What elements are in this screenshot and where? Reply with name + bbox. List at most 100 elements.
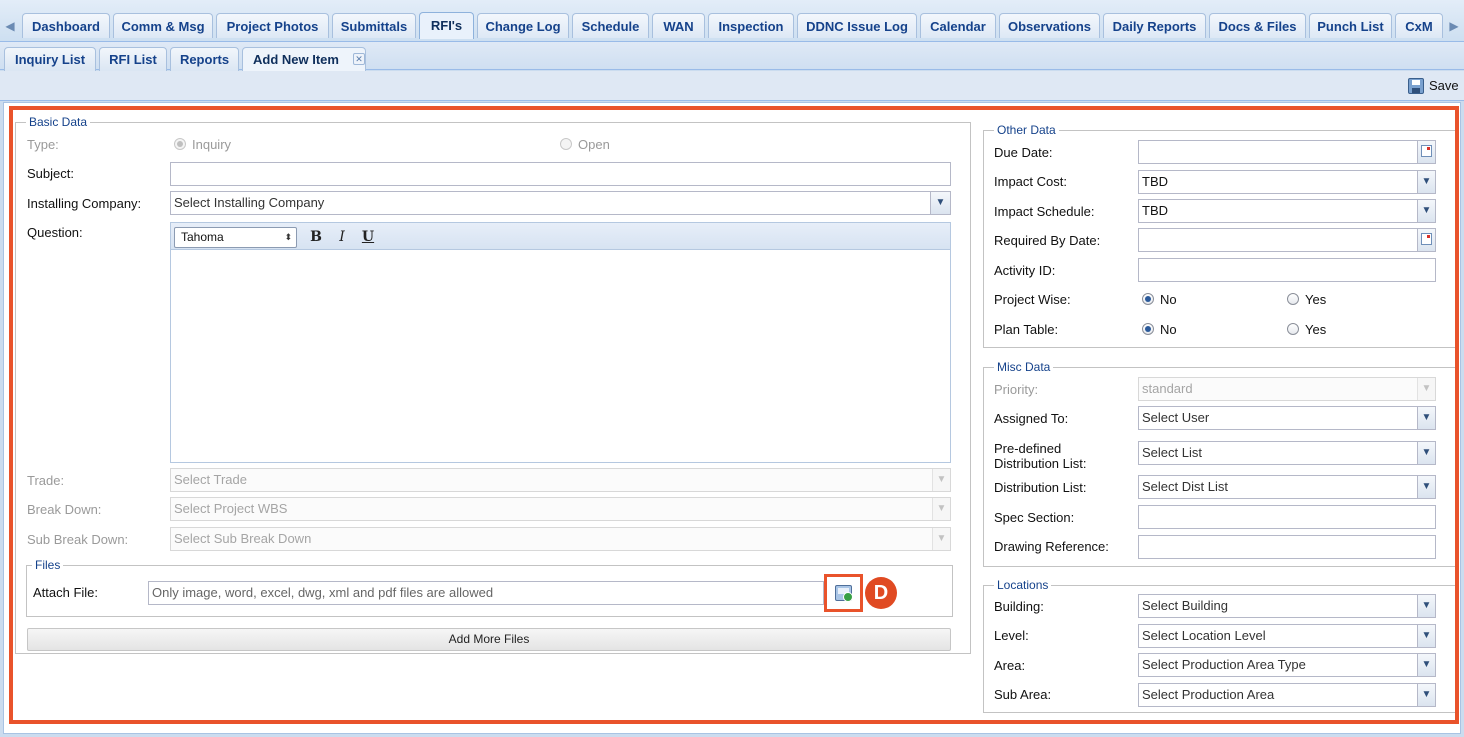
tab-inspection[interactable]: Inspection <box>708 13 794 38</box>
tab-inquiry-list[interactable]: Inquiry List <box>4 47 96 71</box>
plan-table-yes-radio[interactable] <box>1287 323 1299 335</box>
basic-data-legend: Basic Data <box>29 115 88 129</box>
tab-docs-files[interactable]: Docs & Files <box>1209 13 1306 38</box>
chevron-down-icon[interactable]: ▼ <box>930 192 950 214</box>
tab-add-new-item[interactable]: Add New Item ✕ <box>242 47 366 71</box>
locations-legend: Locations <box>997 578 1049 592</box>
type-inquiry-label: Inquiry <box>192 137 232 152</box>
editor-toolbar: Tahoma ⬍ B I U <box>170 222 951 250</box>
installing-company-value: Select Installing Company <box>174 195 325 210</box>
area-value: Select Production Area Type <box>1142 657 1306 672</box>
building-label: Building: <box>994 599 1044 614</box>
distribution-list-select[interactable]: Select Dist List ▼ <box>1138 475 1436 499</box>
tab-observations[interactable]: Observations <box>999 13 1100 38</box>
chevron-down-icon[interactable]: ▼ <box>1417 442 1435 464</box>
chevron-down-icon[interactable]: ▼ <box>1417 407 1435 429</box>
tab-dashboard[interactable]: Dashboard <box>22 13 110 38</box>
tab-punch-list[interactable]: Punch List <box>1309 13 1392 38</box>
building-value: Select Building <box>1142 598 1228 613</box>
tab-comm-msg[interactable]: Comm & Msg <box>113 13 213 38</box>
required-by-date-input[interactable] <box>1138 228 1436 252</box>
close-tab-icon[interactable]: ✕ <box>353 53 365 65</box>
priority-value: standard <box>1142 381 1193 396</box>
attach-file-label: Attach File: <box>33 585 99 600</box>
type-open-label: Open <box>578 137 610 152</box>
chevron-down-icon[interactable]: ▼ <box>1417 171 1435 193</box>
chevron-down-icon[interactable]: ▼ <box>1417 595 1435 617</box>
chevron-down-icon[interactable]: ▼ <box>1417 625 1435 647</box>
installing-company-select[interactable]: Select Installing Company ▼ <box>170 191 951 215</box>
impact-cost-label: Impact Cost: <box>994 174 1067 189</box>
sub-area-select[interactable]: Select Production Area ▼ <box>1138 683 1436 707</box>
chevron-down-icon[interactable]: ▼ <box>1417 476 1435 498</box>
impact-cost-select[interactable]: TBD ▼ <box>1138 170 1436 194</box>
predefined-distribution-list-label: Pre-defined Distribution List: <box>994 441 1086 471</box>
scroll-right-arrow-icon[interactable]: ▶ <box>1445 14 1463 38</box>
question-editor[interactable] <box>170 249 951 463</box>
tab-rfi-list[interactable]: RFI List <box>99 47 167 71</box>
type-inquiry-radio[interactable] <box>174 138 186 150</box>
tab-schedule[interactable]: Schedule <box>572 13 649 38</box>
bold-icon[interactable]: B <box>306 227 326 247</box>
area-select[interactable]: Select Production Area Type ▼ <box>1138 653 1436 677</box>
tab-reports[interactable]: Reports <box>170 47 239 71</box>
spec-section-input[interactable] <box>1138 505 1436 529</box>
tab-rfis[interactable]: RFI's <box>419 12 474 39</box>
subject-label: Subject: <box>27 166 74 181</box>
tab-ddnc-issue-log[interactable]: DDNC Issue Log <box>797 13 917 38</box>
chevron-down-icon[interactable]: ▼ <box>1417 684 1435 706</box>
font-family-select[interactable]: Tahoma ⬍ <box>174 227 297 248</box>
save-icon <box>1408 78 1424 94</box>
required-by-date-label: Required By Date: <box>994 233 1101 248</box>
level-label: Level: <box>994 628 1029 643</box>
impact-cost-value: TBD <box>1142 174 1168 189</box>
chevron-down-icon[interactable]: ▼ <box>1417 200 1435 222</box>
distribution-list-label: Distribution List: <box>994 480 1087 495</box>
save-button-label: Save <box>1429 78 1459 93</box>
tab-calendar[interactable]: Calendar <box>920 13 996 38</box>
attach-file-input[interactable]: Only image, word, excel, dwg, xml and pd… <box>148 581 824 605</box>
callout-marker: D <box>865 577 897 609</box>
underline-icon[interactable]: U <box>358 227 378 247</box>
add-more-files-button[interactable]: Add More Files <box>27 628 951 651</box>
due-date-input[interactable] <box>1138 140 1436 164</box>
trade-select[interactable]: Select Trade ▼ <box>170 468 951 492</box>
project-wise-no-radio[interactable] <box>1142 293 1154 305</box>
tab-submittals[interactable]: Submittals <box>332 13 416 38</box>
level-select[interactable]: Select Location Level ▼ <box>1138 624 1436 648</box>
predefined-distribution-list-value: Select List <box>1142 445 1202 460</box>
chevron-down-icon[interactable]: ▼ <box>1417 654 1435 676</box>
project-wise-yes-radio[interactable] <box>1287 293 1299 305</box>
attach-file-button[interactable] <box>824 574 863 612</box>
priority-select[interactable]: standard ▼ <box>1138 377 1436 401</box>
files-legend: Files <box>35 558 61 572</box>
plan-table-no-radio[interactable] <box>1142 323 1154 335</box>
tab-wan[interactable]: WAN <box>652 13 705 38</box>
subject-input[interactable] <box>170 162 951 186</box>
sub-breakdown-value: Select Sub Break Down <box>174 531 312 546</box>
tab-cxm[interactable]: CxM <box>1395 13 1443 38</box>
scroll-left-arrow-icon[interactable]: ◀ <box>1 14 19 38</box>
tab-change-log[interactable]: Change Log <box>477 13 569 38</box>
tab-project-photos[interactable]: Project Photos <box>216 13 329 38</box>
drawing-reference-input[interactable] <box>1138 535 1436 559</box>
spec-section-label: Spec Section: <box>994 510 1075 525</box>
calendar-icon[interactable] <box>1417 141 1435 163</box>
save-button[interactable]: Save <box>1405 75 1459 97</box>
tab-daily-reports[interactable]: Daily Reports <box>1103 13 1206 38</box>
sub-breakdown-select[interactable]: Select Sub Break Down ▼ <box>170 527 951 551</box>
italic-icon[interactable]: I <box>332 227 352 247</box>
image-add-icon <box>835 585 853 602</box>
toolbar: Save <box>0 71 1464 101</box>
building-select[interactable]: Select Building ▼ <box>1138 594 1436 618</box>
impact-schedule-select[interactable]: TBD ▼ <box>1138 199 1436 223</box>
assigned-to-select[interactable]: Select User ▼ <box>1138 406 1436 430</box>
calendar-icon[interactable] <box>1417 229 1435 251</box>
activity-id-input[interactable] <box>1138 258 1436 282</box>
predefined-distribution-list-select[interactable]: Select List ▼ <box>1138 441 1436 465</box>
plan-table-no-label: No <box>1160 322 1177 337</box>
breakdown-select[interactable]: Select Project WBS ▼ <box>170 497 951 521</box>
type-label: Type: <box>27 137 59 152</box>
installing-company-label: Installing Company: <box>27 196 142 211</box>
type-open-radio[interactable] <box>560 138 572 150</box>
